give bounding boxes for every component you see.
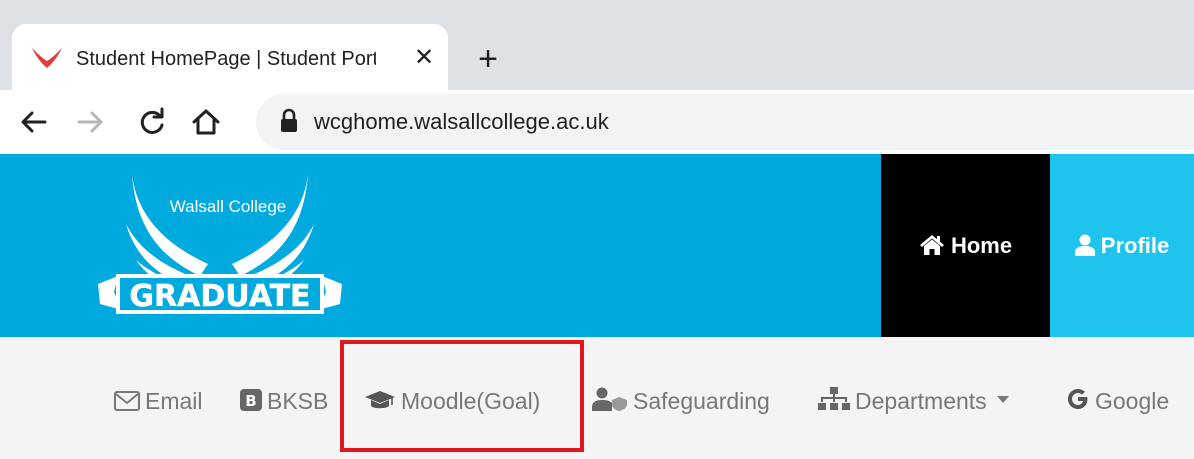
browser-tab[interactable]: Student HomePage | Student Portal ✕ [12, 24, 448, 90]
reload-button[interactable] [132, 102, 172, 142]
forward-arrow-icon [77, 111, 103, 133]
home-icon [919, 235, 944, 255]
envelope-icon [114, 391, 140, 411]
lock-icon [281, 108, 297, 132]
subnav-google[interactable]: Google [1066, 379, 1169, 419]
user-shield-icon [592, 387, 627, 411]
subnav-bksb-label: BKSB [267, 387, 329, 414]
secondary-nav: Email B BKSB Moodle(Goal) Safeguarding D… [0, 337, 1194, 459]
forward-button[interactable] [70, 102, 110, 142]
logo-banner-text: GRADUATE [129, 279, 310, 314]
browser-tab-strip: Student HomePage | Student Portal ✕ + [0, 0, 1194, 90]
user-icon [1074, 234, 1095, 256]
subnav-departments[interactable]: Departments [818, 379, 1009, 419]
google-g-icon [1068, 389, 1088, 409]
subnav-email[interactable]: Email [114, 379, 203, 419]
subnav-bksb[interactable]: B BKSB [240, 379, 328, 419]
home-page-button[interactable] [186, 102, 226, 142]
nav-home-label: Home [950, 233, 1013, 258]
reload-icon [140, 107, 164, 134]
house-icon [192, 109, 220, 135]
svg-text:B: B [245, 392, 256, 410]
bksb-b-icon: B [240, 389, 262, 411]
walsall-college-graduate-logo[interactable]: GRADUATE Walsall College [96, 168, 346, 328]
address-bar[interactable]: wcghome.walsallcollege.ac.uk [256, 94, 1194, 150]
subnav-google-label: Google [1095, 387, 1170, 414]
walsall-college-favicon-icon [32, 48, 62, 68]
subnav-safeguarding[interactable]: Safeguarding [592, 379, 770, 419]
url-text: wcghome.walsallcollege.ac.uk [314, 109, 609, 134]
subnav-safeguarding-label: Safeguarding [633, 387, 770, 414]
dropdown-caret-icon [996, 396, 1009, 403]
tab-title: Student HomePage | Student Portal [76, 48, 376, 70]
nav-profile-tab[interactable]: Profile [1050, 154, 1194, 337]
nav-home-tab[interactable]: Home [881, 154, 1050, 337]
subnav-departments-label: Departments [855, 387, 987, 414]
close-tab-icon[interactable]: ✕ [410, 44, 438, 72]
annotation-highlight-box [340, 340, 584, 452]
nav-profile-label: Profile [1100, 233, 1170, 258]
new-tab-button[interactable]: + [470, 42, 506, 78]
logo-college-name: Walsall College [170, 197, 287, 216]
browser-toolbar: wcghome.walsallcollege.ac.uk [0, 90, 1194, 154]
subnav-email-label: Email [145, 387, 203, 414]
sitemap-icon [818, 387, 850, 410]
back-button[interactable] [14, 102, 54, 142]
back-arrow-icon [21, 111, 47, 133]
site-header: GRADUATE Walsall College Home Profile [0, 154, 1194, 337]
